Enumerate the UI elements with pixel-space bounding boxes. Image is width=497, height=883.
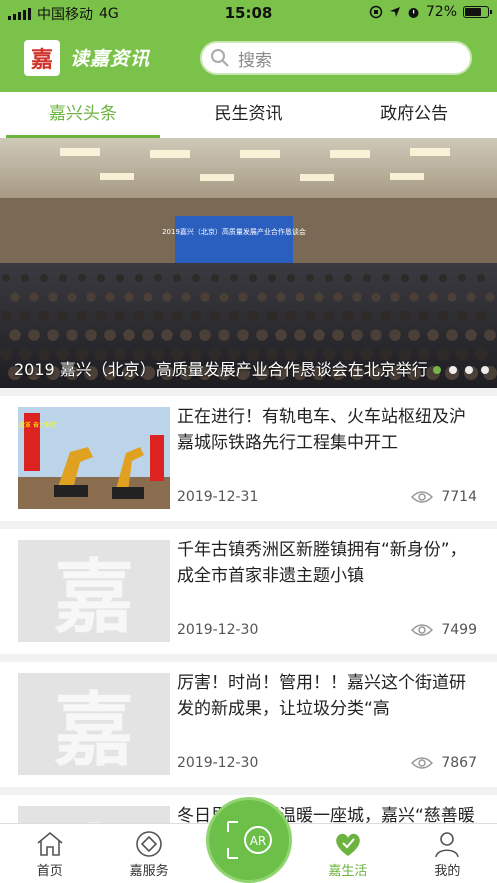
carousel-dot[interactable] [433, 366, 441, 374]
conference-photo: 2019嘉兴（北京）高质量发展产业合作恳谈会 [0, 138, 497, 388]
news-thumbnail-placeholder: 嘉 [18, 540, 170, 642]
user-icon [435, 832, 460, 858]
search-placeholder: 搜索 [238, 50, 272, 71]
eye-icon [411, 491, 434, 503]
battery-percent: 72% [425, 4, 457, 20]
alarm-icon [408, 7, 419, 18]
news-item[interactable]: 深化改革 奋力前行 正在进行！有轨电车、火车站枢纽及沪嘉城际铁路先行工程集中开工… [0, 396, 497, 521]
carousel-dot[interactable] [465, 366, 473, 374]
tab-government-notices[interactable]: 政府公告 [331, 92, 497, 138]
news-date: 2019-12-30 [177, 622, 259, 638]
view-count: 7499 [441, 622, 477, 638]
news-date: 2019-12-31 [177, 489, 259, 505]
tab-livelihood-news[interactable]: 民生资讯 [166, 92, 332, 138]
home-icon [37, 831, 63, 856]
tab-mine[interactable]: 我的 [398, 824, 497, 883]
view-count: 7714 [441, 489, 477, 505]
ar-scan-icon: AR [227, 821, 272, 859]
eye-icon [411, 624, 434, 636]
news-item[interactable]: 嘉 厉害！时尚！管用！！嘉兴这个街道研发的新成果，让垃圾分类“高 2019-12… [0, 662, 497, 787]
svg-text:AR: AR [250, 834, 267, 848]
status-bar: 中国移动 4G 15:08 72% [0, 0, 497, 26]
carousel-indicator [433, 366, 489, 374]
news-views: 7867 [411, 755, 477, 771]
tab-jiaxing-headlines[interactable]: 嘉兴头条 [0, 92, 166, 138]
news-views: 7499 [411, 622, 477, 638]
app-title: 读嘉资讯 [70, 48, 151, 70]
battery-icon [463, 6, 492, 18]
tab-life[interactable]: 嘉生活 [298, 824, 397, 883]
svg-text:2019嘉兴（北京）高质量发展产业合作恳谈会: 2019嘉兴（北京）高质量发展产业合作恳谈会 [162, 227, 306, 236]
news-views: 7714 [411, 489, 477, 505]
news-item[interactable]: 嘉 千年古镇秀洲区新塍镇拥有“新身份”，成全市首家非遗主题小镇 2019-12-… [0, 529, 497, 654]
search-input[interactable]: 搜索 [200, 41, 472, 75]
news-thumbnail-placeholder: 嘉 [18, 673, 170, 775]
view-count: 7867 [441, 755, 477, 771]
svg-text:深化改革 奋力前行: 深化改革 奋力前行 [18, 421, 57, 429]
orientation-lock-icon [369, 5, 383, 19]
news-date: 2019-12-30 [177, 755, 259, 771]
news-thumbnail: 深化改革 奋力前行 [18, 407, 170, 509]
news-title: 厉害！时尚！管用！！嘉兴这个街道研发的新成果，让垃圾分类“高 [177, 673, 466, 719]
location-icon [389, 7, 400, 17]
heart-icon [336, 833, 360, 856]
service-icon [136, 831, 162, 857]
eye-icon [411, 757, 434, 769]
carousel-dot[interactable] [481, 366, 489, 374]
news-title: 千年古镇秀洲区新塍镇拥有“新身份”，成全市首家非遗主题小镇 [177, 540, 467, 586]
tab-service[interactable]: 嘉服务 [99, 824, 198, 883]
featured-banner[interactable]: 2019嘉兴（北京）高质量发展产业合作恳谈会 2019 嘉兴（北京）高质量发展产… [0, 138, 497, 388]
news-title: 正在进行！有轨电车、火车站枢纽及沪嘉城际铁路先行工程集中开工 [177, 407, 466, 453]
tab-home[interactable]: 首页 [0, 824, 99, 883]
app-logo: 嘉 [24, 40, 60, 76]
banner-caption: 2019 嘉兴（北京）高质量发展产业合作恳谈会在北京举行 [14, 360, 428, 379]
category-tabs: 嘉兴头条 民生资讯 政府公告 [0, 92, 497, 138]
carousel-dot[interactable] [449, 366, 457, 374]
ar-scan-button[interactable]: AR [206, 797, 292, 883]
search-icon [211, 49, 229, 67]
